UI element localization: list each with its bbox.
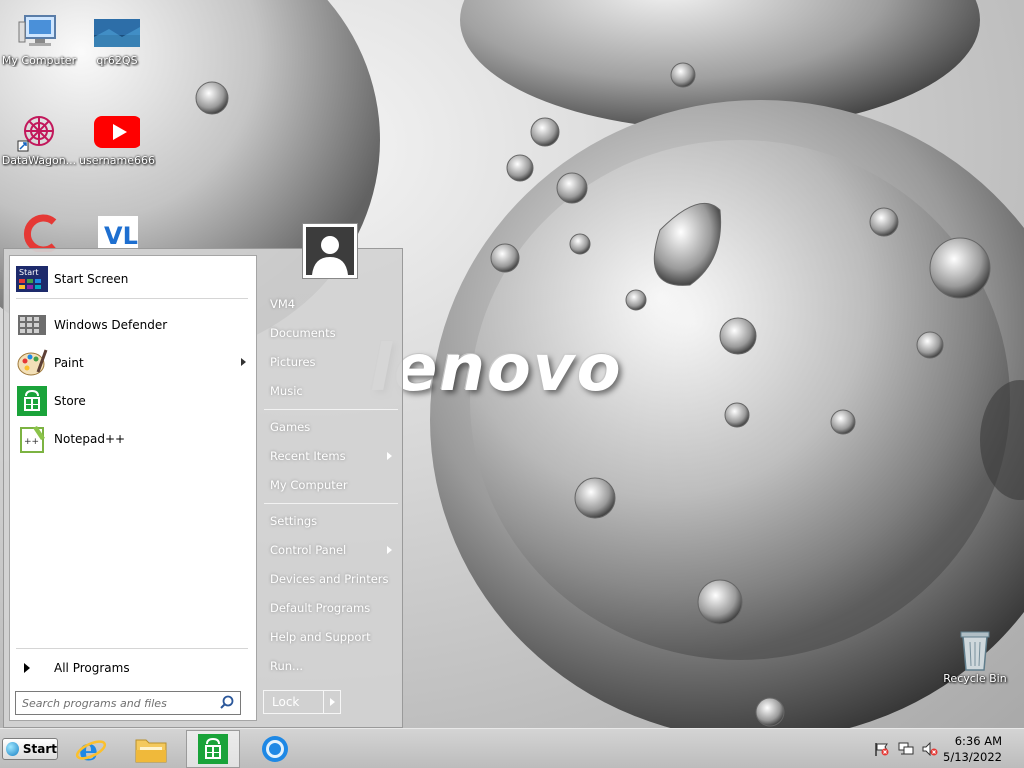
user-avatar[interactable] [302,223,358,279]
programs-separator [16,298,248,299]
chrome-icon [262,736,288,762]
desktop-icon-datawagon[interactable]: DataWagon... [0,112,78,167]
start-button[interactable]: Start [2,738,58,760]
program-paint[interactable]: Paint [16,346,252,380]
program-label: Start Screen [54,272,129,286]
submenu-arrow-icon [387,452,392,460]
network-icon[interactable] [898,742,914,756]
vl-app-icon: VL [94,212,140,252]
start-menu-places-pane: VM4 Documents Pictures Music Games Recen… [260,249,402,727]
desktop-icon-label: qr62QS [96,54,138,67]
program-start-screen[interactable]: Start Start Screen [16,262,252,296]
start-menu-programs-pane: Start Start Screen Windows Defender Pain… [9,255,257,721]
place-recent-items[interactable]: Recent Items [266,445,400,467]
recent-items-label: Recent Items [270,449,346,463]
ccleaner-icon [16,212,62,252]
lock-button: Lock [263,690,341,714]
place-pictures[interactable]: Pictures [266,351,400,373]
program-store[interactable]: Store [16,384,252,418]
search-input[interactable] [22,696,212,710]
paint-icon [16,348,48,378]
submenu-arrow-icon [241,358,246,366]
place-control-panel[interactable]: Control Panel [266,539,400,561]
program-windows-defender[interactable]: Windows Defender [16,308,252,342]
start-screen-icon: Start [16,264,48,294]
lock-button-label[interactable]: Lock [264,691,324,713]
place-music[interactable]: Music [266,380,400,402]
svg-text:++: ++ [24,437,39,447]
recycle-bin-icon [952,630,998,671]
place-run[interactable]: Run... [266,655,400,677]
program-label: Notepad++ [54,432,126,446]
place-default-programs[interactable]: Default Programs [266,597,400,619]
program-label: Windows Defender [54,318,168,332]
internet-explorer-icon: e [75,733,107,765]
taskbar: Start e 6:36 AM 5/13/2022 [0,728,1024,768]
user-silhouette-icon [306,227,354,275]
wallpaper-brand-text: lenovo [370,332,623,406]
program-label: Store [54,394,86,408]
notepadpp-icon: ++ [16,424,48,454]
taskbar-store[interactable] [186,730,240,768]
submenu-arrow-icon [387,546,392,554]
store-icon [16,386,48,416]
all-programs-label: All Programs [54,661,130,675]
place-settings[interactable]: Settings [266,510,400,532]
place-games[interactable]: Games [266,416,400,438]
desktop-icon-label: DataWagon... [1,154,77,167]
place-my-computer[interactable]: My Computer [266,474,400,496]
search-box [15,691,241,715]
start-button-label: Start [22,742,57,756]
image-file-icon [94,12,140,52]
start-menu: Start Start Screen Windows Defender Pain… [3,223,403,728]
search-icon[interactable] [220,695,234,712]
place-documents[interactable]: Documents [266,322,400,344]
program-label: Paint [54,356,84,370]
places-separator [264,409,398,410]
program-notepadpp[interactable]: ++ Notepad++ [16,422,252,456]
youtube-icon [94,112,140,152]
clock-date: 5/13/2022 [943,750,1002,764]
all-programs-arrow-icon [24,663,30,673]
all-programs-button[interactable]: All Programs [16,654,252,682]
taskbar-clock[interactable]: 6:36 AM 5/13/2022 [942,733,1002,765]
desktop-icon-username666[interactable]: username666 [78,112,156,167]
windows-defender-icon [16,310,48,340]
all-programs-separator [16,648,248,649]
clock-time: 6:36 AM [954,734,1002,748]
datawagon-icon [16,112,62,152]
desktop-icon-recycle-bin[interactable]: Recycle Bin [936,630,1014,685]
desktop-icon-label: username666 [79,154,155,167]
desktop-icon-label: Recycle Bin [943,672,1007,685]
desktop-icon-qr62qs[interactable]: qr62QS [78,12,156,67]
desktop-icon-my-computer[interactable]: My Computer [0,12,78,67]
control-panel-label: Control Panel [270,543,347,557]
place-help-support[interactable]: Help and Support [266,626,400,648]
file-explorer-icon [135,739,167,763]
places-separator [264,503,398,504]
action-center-flag-icon[interactable] [874,742,890,756]
place-devices-printers[interactable]: Devices and Printers [266,568,400,590]
taskbar-internet-explorer[interactable]: e [64,730,118,768]
place-user-folder[interactable]: VM4 [266,293,400,315]
taskbar-chrome[interactable] [248,730,302,768]
start-orb-icon [6,742,19,756]
chevron-right-icon [329,698,335,706]
store-icon [198,734,228,764]
lock-options-button[interactable] [324,691,340,713]
taskbar-file-explorer[interactable] [124,730,178,768]
desktop-icon-label: My Computer [1,54,77,67]
computer-icon [16,12,62,52]
volume-muted-icon[interactable] [922,741,938,757]
start-screen-badge: Start [19,268,39,277]
svg-text:VL: VL [104,222,138,250]
